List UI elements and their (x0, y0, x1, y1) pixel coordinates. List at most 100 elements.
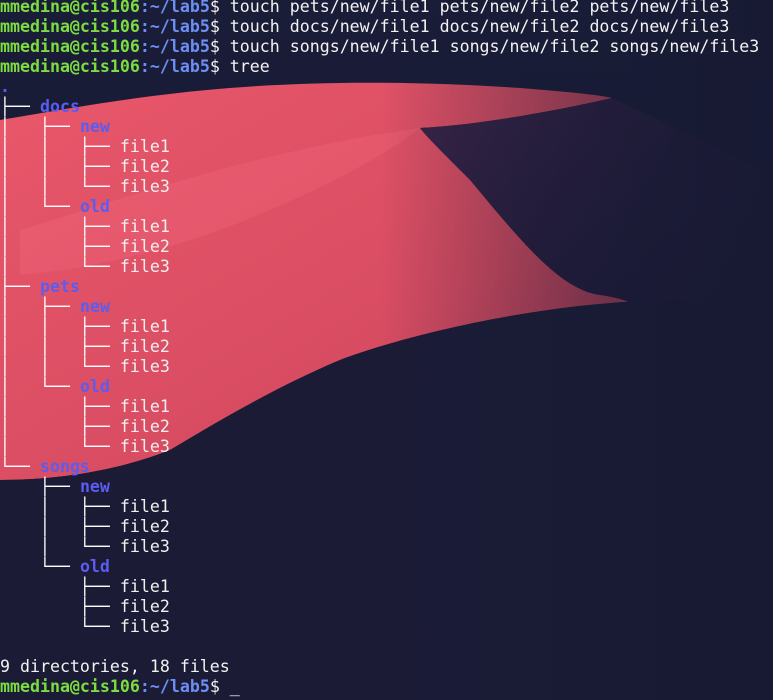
tree-subdirectory: │ ├── new (0, 117, 773, 137)
tree-branch: │ └── (0, 437, 120, 456)
tree-file: │ ├── file1 (0, 497, 773, 517)
tree-branch: │ │ └── (0, 357, 120, 376)
prompt-user: mmedina@cis106 (0, 17, 140, 36)
file-name: file1 (119, 497, 170, 516)
directory-name: pets (39, 277, 80, 296)
command-text: touch songs/new/file1 songs/new/file2 so… (229, 37, 760, 56)
file-name: file3 (119, 257, 170, 276)
tree-subdirectory: │ └── old (0, 197, 773, 217)
tree-branch: ├── (0, 277, 40, 296)
tree-file: │ ├── file1 (0, 217, 773, 237)
prompt-path: :~/lab5 (139, 677, 210, 696)
tree-branch: │ │ ├── (0, 157, 120, 176)
prompt-symbol: $ (209, 677, 230, 696)
file-name: file2 (119, 337, 170, 356)
tree-branch: │ ├── (0, 117, 80, 136)
prompt-user: mmedina@cis106 (0, 0, 140, 16)
tree-branch: │ │ ├── (0, 337, 120, 356)
tree-file: │ ├── file2 (0, 517, 773, 537)
tree-branch: │ ├── (0, 217, 120, 236)
file-name: file1 (119, 137, 170, 156)
file-name: file3 (119, 357, 170, 376)
file-name: file2 (119, 157, 170, 176)
tree-file: │ └── file3 (0, 537, 773, 557)
prompt-path: :~/lab5 (139, 37, 210, 56)
tree-file: │ ├── file2 (0, 237, 773, 257)
subdirectory-name: old (79, 197, 110, 216)
subdirectory-name: new (79, 297, 110, 316)
tree-branch: │ ├── (0, 297, 80, 316)
tree-file: │ │ └── file3 (0, 357, 773, 377)
file-name: file1 (119, 577, 170, 596)
tree-directory: ├── pets (0, 277, 773, 297)
file-name: file3 (119, 437, 170, 456)
tree-branch: │ └── (0, 257, 120, 276)
file-name: file2 (119, 237, 170, 256)
file-name: file1 (119, 317, 170, 336)
tree-file: │ │ ├── file2 (0, 337, 773, 357)
prompt-line: mmedina@cis106:~/lab5$ _ (0, 677, 773, 697)
tree-branch: │ │ └── (0, 177, 120, 196)
tree-subdirectory: └── old (0, 557, 773, 577)
tree-branch: ├── (0, 477, 80, 496)
tree-branch: ├── (0, 597, 120, 616)
prompt-symbol: $ (209, 57, 230, 76)
prompt-path: :~/lab5 (139, 17, 210, 36)
tree-file: │ │ └── file3 (0, 177, 773, 197)
tree-subdirectory: │ ├── new (0, 297, 773, 317)
tree-summary: 9 directories, 18 files (0, 657, 773, 677)
tree-summary-text: 9 directories, 18 files (0, 657, 230, 676)
file-name: file2 (119, 597, 170, 616)
tree-branch: │ │ ├── (0, 317, 120, 336)
subdirectory-name: old (79, 377, 110, 396)
command-text: touch pets/new/file1 pets/new/file2 pets… (229, 0, 730, 16)
tree-file: │ └── file3 (0, 257, 773, 277)
tree-root-dot: . (0, 77, 10, 96)
prompt-path: :~/lab5 (139, 57, 210, 76)
prompt-user: mmedina@cis106 (0, 37, 140, 56)
tree-file: │ │ ├── file1 (0, 137, 773, 157)
prompt-user: mmedina@cis106 (0, 677, 140, 696)
tree-branch: │ │ ├── (0, 137, 120, 156)
tree-branch: │ ├── (0, 237, 120, 256)
file-name: file2 (119, 417, 170, 436)
tree-branch: │ ├── (0, 497, 120, 516)
tree-subdirectory: ├── new (0, 477, 773, 497)
tree-branch: │ └── (0, 377, 80, 396)
tree-file: └── file3 (0, 617, 773, 637)
tree-file: ├── file1 (0, 577, 773, 597)
prompt-line: mmedina@cis106:~/lab5$ touch pets/new/fi… (0, 0, 773, 17)
directory-name: docs (39, 97, 80, 116)
tree-file: │ └── file3 (0, 437, 773, 457)
tree-file: │ ├── file2 (0, 417, 773, 437)
tree-directory: ├── docs (0, 97, 773, 117)
terminal-cursor[interactable]: _ (230, 677, 240, 696)
command-text: tree (229, 57, 270, 76)
tree-file: │ ├── file1 (0, 397, 773, 417)
directory-name: songs (39, 457, 90, 476)
prompt-symbol: $ (209, 17, 230, 36)
command-text: touch docs/new/file1 docs/new/file2 docs… (229, 17, 730, 36)
subdirectory-name: old (79, 557, 110, 576)
tree-branch: └── (0, 557, 80, 576)
prompt-symbol: $ (209, 37, 230, 56)
file-name: file1 (119, 397, 170, 416)
tree-branch: │ └── (0, 197, 80, 216)
tree-branch: │ ├── (0, 517, 120, 536)
tree-file: ├── file2 (0, 597, 773, 617)
prompt-user: mmedina@cis106 (0, 57, 140, 76)
tree-subdirectory: │ └── old (0, 377, 773, 397)
tree-branch: │ ├── (0, 417, 120, 436)
tree-branch: │ ├── (0, 397, 120, 416)
tree-directory: └── songs (0, 457, 773, 477)
subdirectory-name: new (79, 117, 110, 136)
tree-branch: │ └── (0, 537, 120, 556)
file-name: file3 (119, 177, 170, 196)
tree-file: │ │ ├── file2 (0, 157, 773, 177)
prompt-line: mmedina@cis106:~/lab5$ tree (0, 57, 773, 77)
terminal-output: mmedina@cis106:~/lab5$ touch pets/new/fi… (0, 0, 773, 697)
tree-branch: ├── (0, 97, 40, 116)
tree-branch: └── (0, 457, 40, 476)
prompt-line: mmedina@cis106:~/lab5$ touch docs/new/fi… (0, 17, 773, 37)
